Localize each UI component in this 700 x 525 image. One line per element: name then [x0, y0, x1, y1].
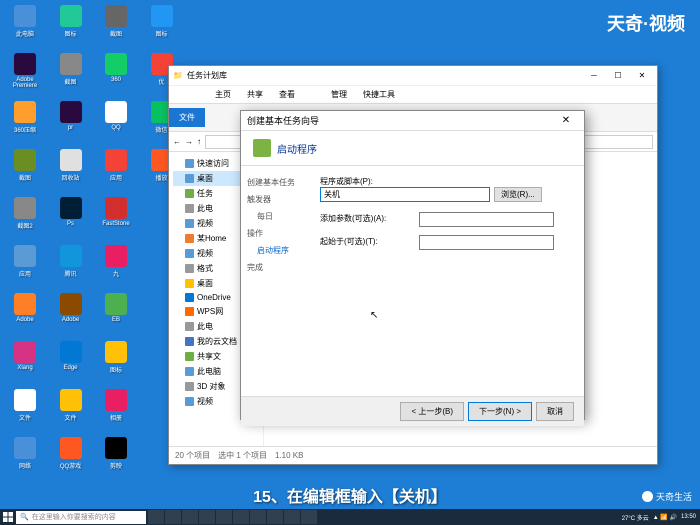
start-button[interactable] [0, 509, 16, 525]
desktop-icon[interactable]: 截图 [96, 5, 136, 45]
ribbon-tab[interactable]: 共享 [239, 89, 271, 100]
taskbar-search[interactable]: 🔍 在这里输入你要搜索的内容 [16, 511, 146, 524]
clock[interactable]: 13:50 [681, 514, 696, 520]
desktop-icon[interactable]: Adobe [5, 293, 45, 333]
system-tray[interactable]: 27°C 多云 ▲ 📶 🔊 13:50 [618, 513, 700, 522]
nav-up-icon[interactable]: ↑ [197, 137, 201, 146]
desktop-icon[interactable]: 图标 [96, 341, 136, 381]
wizard-footer: < 上一步(B) 下一步(N) > 取消 [241, 396, 584, 426]
close-button[interactable]: ✕ [631, 69, 653, 83]
args-label: 添加参数(可选)(A): [320, 213, 415, 224]
browse-button[interactable]: 浏览(R)... [494, 187, 542, 202]
startin-input[interactable] [419, 235, 554, 250]
task-wizard-dialog: 创建基本任务向导 ✕ 启动程序 创建基本任务触发器每日操作启动程序完成 程序或脚… [240, 110, 585, 420]
startin-label: 起始于(可选)(T): [320, 236, 415, 247]
wizard-icon [253, 139, 271, 157]
desktop-icon[interactable]: 文件 [51, 389, 91, 429]
wizard-nav: 创建基本任务触发器每日操作启动程序完成 [241, 166, 306, 396]
tutorial-caption: 15、在编辑框输入【关机】 [253, 483, 447, 507]
taskbar-app[interactable] [267, 510, 283, 524]
taskbar-app[interactable] [284, 510, 300, 524]
desktop-icon[interactable]: 360 [96, 53, 136, 93]
desktop-icon[interactable]: pr [51, 101, 91, 141]
wizard-nav-step: 操作 [247, 225, 300, 242]
search-icon: 🔍 [20, 513, 29, 521]
desktop-icon[interactable]: 此电脑 [5, 5, 45, 45]
desktop-icon[interactable]: 截图 [51, 53, 91, 93]
wizard-title-text: 创建基本任务向导 [247, 114, 319, 127]
wizard-nav-step: 触发器 [247, 191, 300, 208]
taskbar-app[interactable] [148, 510, 164, 524]
desktop-icon[interactable]: 应用 [96, 149, 136, 189]
wizard-heading: 启动程序 [277, 141, 317, 156]
watermark-top: 天奇·视频 [607, 10, 685, 36]
desktop-icon[interactable]: Xlang [5, 341, 45, 381]
args-input[interactable] [419, 212, 554, 227]
tray-icons[interactable]: ▲ 📶 🔊 [653, 514, 677, 521]
nav-back-icon[interactable]: ← [173, 137, 181, 146]
explorer-title: 任务计划库 [187, 70, 227, 81]
explorer-titlebar[interactable]: 📁 任务计划库 ─ ☐ ✕ [169, 66, 657, 86]
explorer-ribbon-tabs: 主页 共享 查看 管理 快捷工具 [169, 86, 657, 104]
desktop-icon[interactable]: 相册 [96, 389, 136, 429]
taskbar-app[interactable] [216, 510, 232, 524]
next-button[interactable]: 下一步(N) > [468, 402, 532, 421]
taskbar-apps [148, 510, 317, 524]
wizard-content: 程序或脚本(P): 浏览(R)... 添加参数(可选)(A): 起始于(可选)(… [306, 166, 584, 396]
desktop-icon[interactable]: QQ游戏 [51, 437, 91, 477]
desktop-icon[interactable]: 回收站 [51, 149, 91, 189]
desktop-icon[interactable]: 图标 [51, 5, 91, 45]
desktop-icon[interactable]: 腾讯 [51, 245, 91, 285]
file-tab[interactable]: 文件 [169, 108, 205, 127]
explorer-icon: 📁 [173, 71, 183, 80]
back-button[interactable]: < 上一步(B) [400, 402, 464, 421]
taskbar-app[interactable] [199, 510, 215, 524]
wizard-nav-step: 启动程序 [247, 242, 300, 259]
taskbar-app[interactable] [165, 510, 181, 524]
ribbon-tab[interactable]: 查看 [271, 89, 303, 100]
logo-icon [642, 491, 653, 502]
desktop-icon[interactable]: 图标 [142, 5, 182, 45]
desktop-icon[interactable]: 应用 [5, 245, 45, 285]
desktop-icon[interactable]: 截图2 [5, 197, 45, 237]
taskbar-app[interactable] [250, 510, 266, 524]
ribbon-tab[interactable]: 主页 [207, 89, 239, 100]
watermark-bottom: 天奇生活 [642, 490, 692, 503]
minimize-button[interactable]: ─ [583, 69, 605, 83]
wizard-header: 启动程序 [241, 131, 584, 166]
desktop-icon[interactable]: 九 [96, 245, 136, 285]
wizard-nav-step: 完成 [247, 259, 300, 276]
ribbon-tab[interactable]: 管理 [323, 89, 355, 100]
desktop-icon[interactable]: 剪映 [96, 437, 136, 477]
wizard-nav-step: 创建基本任务 [247, 174, 300, 191]
desktop-icon[interactable]: FastStone [96, 197, 136, 237]
taskbar-app[interactable] [182, 510, 198, 524]
desktop-icon[interactable]: EB [96, 293, 136, 333]
ribbon-tab[interactable]: 快捷工具 [355, 89, 403, 100]
desktop-icon[interactable]: Edge [51, 341, 91, 381]
explorer-statusbar: 20 个项目 选中 1 个项目 1.10 KB [169, 446, 657, 464]
desktop-icon[interactable]: Adobe Premiere [5, 53, 45, 93]
maximize-button[interactable]: ☐ [607, 69, 629, 83]
desktop-icon[interactable]: 文件 [5, 389, 45, 429]
wizard-close-button[interactable]: ✕ [554, 115, 578, 126]
wizard-nav-step: 每日 [247, 208, 300, 225]
desktop-icon[interactable]: 截图 [5, 149, 45, 189]
taskbar: 🔍 在这里输入你要搜索的内容 27°C 多云 ▲ 📶 🔊 13:50 [0, 509, 700, 525]
desktop-icon[interactable]: QQ [96, 101, 136, 141]
taskbar-app[interactable] [233, 510, 249, 524]
desktop-icon[interactable]: Ps [51, 197, 91, 237]
program-input[interactable] [320, 187, 490, 202]
weather-widget[interactable]: 27°C 多云 [622, 513, 649, 522]
desktop-icon[interactable]: 360压缩 [5, 101, 45, 141]
nav-fwd-icon[interactable]: → [185, 137, 193, 146]
wizard-titlebar[interactable]: 创建基本任务向导 ✕ [241, 111, 584, 131]
taskbar-app[interactable] [301, 510, 317, 524]
program-label: 程序或脚本(P): [320, 177, 373, 186]
desktop-icon[interactable]: Adobe [51, 293, 91, 333]
cancel-button[interactable]: 取消 [536, 402, 574, 421]
desktop-icon[interactable]: 网络 [5, 437, 45, 477]
